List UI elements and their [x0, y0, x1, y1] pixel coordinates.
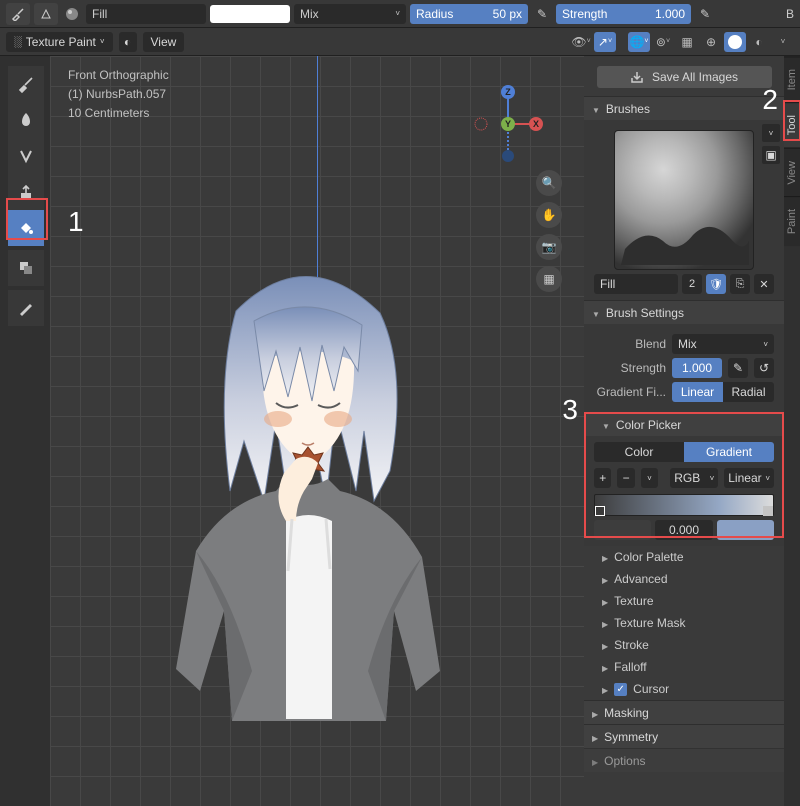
panel-color-palette[interactable]: Color Palette: [584, 546, 784, 568]
top-header: Fill Mix˅ Radius50 px ✎ Strength1.000 ✎ …: [0, 0, 800, 28]
interp-dropdown[interactable]: Linear˅: [724, 468, 774, 488]
left-toolbar: [8, 66, 44, 326]
stop-prev-swatch[interactable]: [594, 520, 651, 540]
tool-annotate[interactable]: [8, 290, 44, 326]
brush-users-count: 2: [682, 274, 702, 294]
panel-texture-mask[interactable]: Texture Mask: [584, 612, 784, 634]
tab-tool[interactable]: Tool: [784, 102, 800, 147]
strength-field[interactable]: 1.000: [672, 358, 722, 378]
brushes-header[interactable]: Brushes: [584, 96, 784, 120]
masking-header[interactable]: Masking: [584, 700, 784, 724]
color-gradient-tabs[interactable]: ColorGradient: [594, 442, 774, 462]
svg-text:Y: Y: [505, 119, 511, 129]
fake-user-icon[interactable]: 🛡: [706, 274, 726, 294]
nav-buttons: 🔍 ✋ 📷 ▦: [536, 170, 562, 292]
gizmo-globe-icon[interactable]: 🌐˅: [628, 32, 650, 52]
tab-paint[interactable]: Paint: [784, 196, 800, 246]
stop-menu-icon[interactable]: ˅: [641, 468, 658, 488]
panel-advanced[interactable]: Advanced: [584, 568, 784, 590]
tool-mask[interactable]: [8, 250, 44, 286]
export-icon: [630, 70, 644, 84]
tab-item[interactable]: Item: [784, 56, 800, 102]
nav-gizmo[interactable]: Z X Y: [468, 84, 548, 164]
annotation-3: 3: [562, 394, 578, 426]
brush-preview[interactable]: [614, 130, 754, 270]
viewport[interactable]: Front Orthographic (1) NurbsPath.057 10 …: [50, 56, 584, 806]
visibility-eye-icon[interactable]: 👁˅: [570, 32, 592, 52]
radius-slider[interactable]: Radius50 px: [410, 4, 528, 24]
mode-dropdown[interactable]: ░Texture Paint˅: [6, 32, 113, 52]
cursor-checkbox[interactable]: ✓: [614, 683, 627, 696]
shading-material-icon[interactable]: ◐: [748, 32, 770, 52]
annotation-2: 2: [762, 84, 778, 116]
brush-selector-icon[interactable]: [6, 3, 30, 25]
color-swatch[interactable]: [210, 5, 290, 23]
right-tabs: Item Tool View Paint: [784, 56, 800, 246]
blend-dropdown[interactable]: Mix˅: [294, 4, 406, 24]
tab-view[interactable]: View: [784, 148, 800, 197]
color-mode-dropdown[interactable]: RGB˅: [670, 468, 718, 488]
unlink-icon[interactable]: ✕: [754, 274, 774, 294]
brush-texture-icon[interactable]: [34, 3, 58, 25]
strength-slider[interactable]: Strength1.000: [556, 4, 691, 24]
header-trailing-char: B: [786, 7, 794, 21]
secondary-header: ░Texture Paint˅ ◐ View 👁˅ ↗˅ 🌐˅ ⊚˅ ▦ ⊕ ◐…: [0, 28, 800, 56]
camera-icon[interactable]: 📷: [536, 234, 562, 260]
brush-sphere-icon[interactable]: [62, 4, 82, 24]
panel-stroke[interactable]: Stroke: [584, 634, 784, 656]
tool-fill[interactable]: [8, 210, 44, 246]
blend-dropdown-side[interactable]: Mix˅: [672, 334, 774, 354]
strength-pressure-icon[interactable]: ✎: [695, 4, 715, 24]
pan-icon[interactable]: ✋: [536, 202, 562, 228]
radius-pressure-icon[interactable]: ✎: [532, 4, 552, 24]
duplicate-icon[interactable]: ⎘: [730, 274, 750, 294]
strength-reset-icon[interactable]: ↺: [754, 358, 774, 378]
save-all-images-button[interactable]: Save All Images: [597, 66, 772, 88]
overlay-icon[interactable]: ⊚˅: [652, 32, 674, 52]
brush-name-field[interactable]: Fill: [86, 4, 206, 24]
gradient-fill-mode[interactable]: LinearRadial: [672, 382, 774, 402]
xray-icon[interactable]: ▦: [676, 32, 698, 52]
brush-list-chevron-icon[interactable]: ˅: [762, 124, 780, 142]
svg-text:Z: Z: [505, 87, 511, 97]
grid-icon[interactable]: ▦: [536, 266, 562, 292]
tool-soften[interactable]: [8, 102, 44, 138]
annotation-1: 1: [68, 206, 84, 238]
panel-falloff[interactable]: Falloff: [584, 656, 784, 678]
stop-position[interactable]: 0.000: [655, 520, 712, 540]
zoom-icon[interactable]: 🔍: [536, 170, 562, 196]
panel-texture[interactable]: Texture: [584, 590, 784, 612]
brush-thumbnail-icon[interactable]: ▣: [762, 146, 780, 164]
panel-cursor[interactable]: ✓Cursor: [584, 678, 784, 700]
symmetry-header[interactable]: Symmetry: [584, 724, 784, 748]
shading-wire-icon[interactable]: ⊕: [700, 32, 722, 52]
remove-stop-icon[interactable]: −: [617, 468, 634, 488]
tool-smear[interactable]: [8, 138, 44, 174]
character-illustration: [136, 251, 476, 731]
viewport-overlay-text: Front Orthographic (1) NurbsPath.057 10 …: [68, 66, 169, 124]
draw-mode-toggle[interactable]: ◐: [119, 32, 137, 52]
gradient-ramp[interactable]: [594, 494, 774, 516]
brush-settings-header[interactable]: Brush Settings: [584, 300, 784, 324]
tool-draw[interactable]: [8, 66, 44, 102]
svg-text:X: X: [533, 119, 539, 129]
view-menu[interactable]: View: [143, 32, 185, 52]
shading-dropdown-icon[interactable]: ˅: [772, 32, 794, 52]
sidebar: Save All Images Brushes ˅ ▣ Fill 2 🛡 ⎘ ✕…: [584, 56, 784, 806]
tool-clone[interactable]: [8, 174, 44, 210]
viewport-icon-row: 👁˅ ↗˅ 🌐˅ ⊚˅ ▦ ⊕ ◐ ˅: [570, 32, 794, 52]
select-arrow-icon[interactable]: ↗˅: [594, 32, 616, 52]
stop-color-swatch[interactable]: [717, 520, 774, 540]
shading-solid-icon[interactable]: [724, 32, 746, 52]
options-header[interactable]: Options: [584, 748, 784, 772]
add-stop-icon[interactable]: +: [594, 468, 611, 488]
color-picker-header[interactable]: Color Picker: [584, 412, 784, 436]
strength-pen-icon[interactable]: ✎: [728, 358, 748, 378]
brush-name-field[interactable]: Fill: [594, 274, 678, 294]
